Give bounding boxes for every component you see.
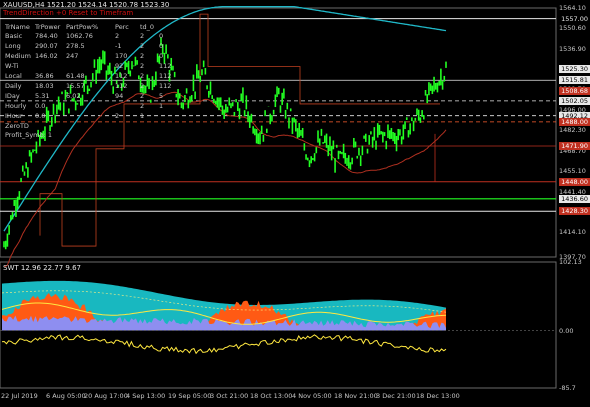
table-cell-6-2: 6.02 — [66, 92, 81, 100]
table-cell-1-1: 290.07 — [35, 42, 58, 50]
time-axis-label-3: 4 Sep 13:00 — [126, 392, 166, 400]
trading-chart-window[interactable]: XAUUSD,H4 1521.20 1524.14 1520.78 1523.3… — [0, 0, 590, 407]
table-cell-2-4: 170 — [115, 52, 128, 60]
table-cell-8-1: 0.0 — [35, 112, 46, 120]
price-scale-label-1: 1550.60 — [559, 24, 586, 33]
table-cell-1-4: -1 — [115, 42, 122, 50]
table-cell-6-0: IDay — [5, 92, 20, 100]
price-scale-label-2: 1536.90 — [559, 44, 586, 53]
price-tag-2: 1515.81 — [559, 76, 590, 85]
price-tag-9: 1436.60 — [559, 194, 590, 203]
table-cell-3-5: 2 — [140, 62, 145, 70]
table-header-0: TrName — [5, 23, 30, 31]
table-cell-1-2: 278.5 — [66, 42, 85, 50]
table-cell-2-1: 146.02 — [35, 52, 58, 60]
table-cell-8-4: 2 — [115, 112, 120, 120]
table-cell-6-5: 2 — [140, 92, 145, 100]
table-header-5: td_0 — [140, 23, 155, 31]
time-axis-label-9: 3 Dec 21:00 — [376, 392, 416, 400]
table-cell-6-6: 5 — [159, 92, 164, 100]
table-cell-0-5: 2 — [140, 32, 145, 40]
table-header-4: Perc — [115, 23, 129, 31]
table-cell-3-4: 92 — [115, 62, 124, 70]
table-cell-5-5: 2 — [140, 82, 145, 90]
price-tag-6: 1488.00 — [559, 117, 590, 126]
ma-short-line — [3, 91, 447, 268]
table-cell-3-6: 112 — [159, 62, 172, 70]
zero-td-label: ZeroTD — [5, 122, 29, 130]
time-axis-label-4: 19 Sep 05:00 — [168, 392, 212, 400]
table-cell-0-6: 0 — [159, 32, 164, 40]
table-cell-0-4: 2 — [115, 32, 120, 40]
indicator-scale-label-1: 0.00 — [559, 326, 574, 335]
table-cell-7-6: 1 — [159, 102, 164, 110]
profit-symbol-label: Profit_Symb: 1 — [5, 131, 53, 139]
table-cell-8-5: 1 — [140, 112, 145, 120]
price-scale-label-6: 1482.30 — [559, 126, 586, 135]
price-tag-7: 1471.90 — [559, 141, 590, 150]
table-cell-7-5: 2 — [140, 102, 145, 110]
trend-direction-label: TrendDirection +0 Reset to Timefram — [3, 9, 134, 17]
time-axis-label-10: 18 Dec 13:00 — [416, 392, 460, 400]
table-cell-3-0: W-Ti — [5, 62, 19, 70]
price-tag-1: 1525.30 — [559, 65, 590, 74]
table-cell-2-6: 0 — [159, 52, 164, 60]
table-cell-2-0: Medium — [5, 52, 31, 60]
table-cell-2-2: 247 — [66, 52, 79, 60]
table-header-2: PartPow — [66, 23, 92, 31]
price-chart[interactable] — [0, 0, 590, 407]
price-scale-label-11: 1414.10 — [559, 228, 586, 237]
indicator-yellow-lower — [1, 334, 447, 355]
table-cell-8-0: IHour — [5, 112, 23, 120]
table-cell-0-2: 1062.76 — [66, 32, 93, 40]
table-cell-0-0: Basic — [5, 32, 23, 40]
table-cell-4-4: 112 — [115, 72, 128, 80]
time-axis-label-5: 3 Oct 21:00 — [210, 392, 249, 400]
time-axis-label-6: 18 Oct 13:00 — [250, 392, 293, 400]
table-cell-5-0: Daily — [5, 82, 22, 90]
table-cell-0-1: 784.40 — [35, 32, 58, 40]
time-axis-label-1: 6 Aug 05:00 — [46, 392, 86, 400]
price-tag-0: 1557.00 — [559, 14, 590, 23]
table-cell-7-0: Hourly — [5, 102, 27, 110]
time-axis-label-2: 20 Aug 17:00 — [84, 392, 128, 400]
table-cell-2-5: 2 — [140, 52, 145, 60]
table-cell-4-5: 2 — [140, 72, 145, 80]
price-tag-4: 1502.05 — [559, 96, 590, 105]
indicator-scale-label-2: -85.7 — [559, 384, 576, 392]
ma-long-line — [3, 6, 447, 232]
symbol-header: XAUUSD,H4 1521.20 1524.14 1520.78 1523.3… — [3, 1, 170, 9]
price-tag-10: 1428.30 — [559, 207, 590, 216]
table-cell-4-0: Local — [5, 72, 22, 80]
table-header-3: % — [92, 23, 99, 31]
price-scale-label-8: 1455.10 — [559, 167, 586, 176]
table-cell-4-2: 61.48 — [66, 72, 85, 80]
table-cell-1-5: 2 — [140, 42, 145, 50]
table-cell-1-0: Long — [5, 42, 21, 50]
price-tag-8: 1448.00 — [559, 177, 590, 186]
indicator-scale-label-0: 102.13 — [559, 258, 582, 266]
table-cell-1-6: 0 — [159, 42, 164, 50]
table-header-1: TrPower — [35, 23, 61, 31]
table-cell-5-4: 112 — [115, 82, 128, 90]
time-axis-label-0: 22 Jul 2019 — [1, 392, 38, 400]
table-cell-6-4: 94 — [115, 92, 124, 100]
price-scale-label-0: 1564.10 — [559, 4, 586, 12]
table-cell-6-1: 5.31 — [35, 92, 50, 100]
table-cell-4-1: 36.86 — [35, 72, 54, 80]
table-cell-4-6: 112 — [159, 72, 172, 80]
table-cell-5-2: 15.57 — [66, 82, 85, 90]
table-cell-7-1: 0.0 — [35, 102, 46, 110]
table-cell-5-1: 18.03 — [35, 82, 54, 90]
time-axis-label-7: 4 Nov 05:00 — [292, 392, 332, 400]
time-axis-label-8: 18 Nov 21:00 — [334, 392, 378, 400]
swt-indicator-label: SWT 12.96 22.77 9.67 — [3, 264, 81, 272]
table-cell-5-6: 112 — [159, 82, 172, 90]
price-tag-3: 1508.68 — [559, 86, 590, 95]
